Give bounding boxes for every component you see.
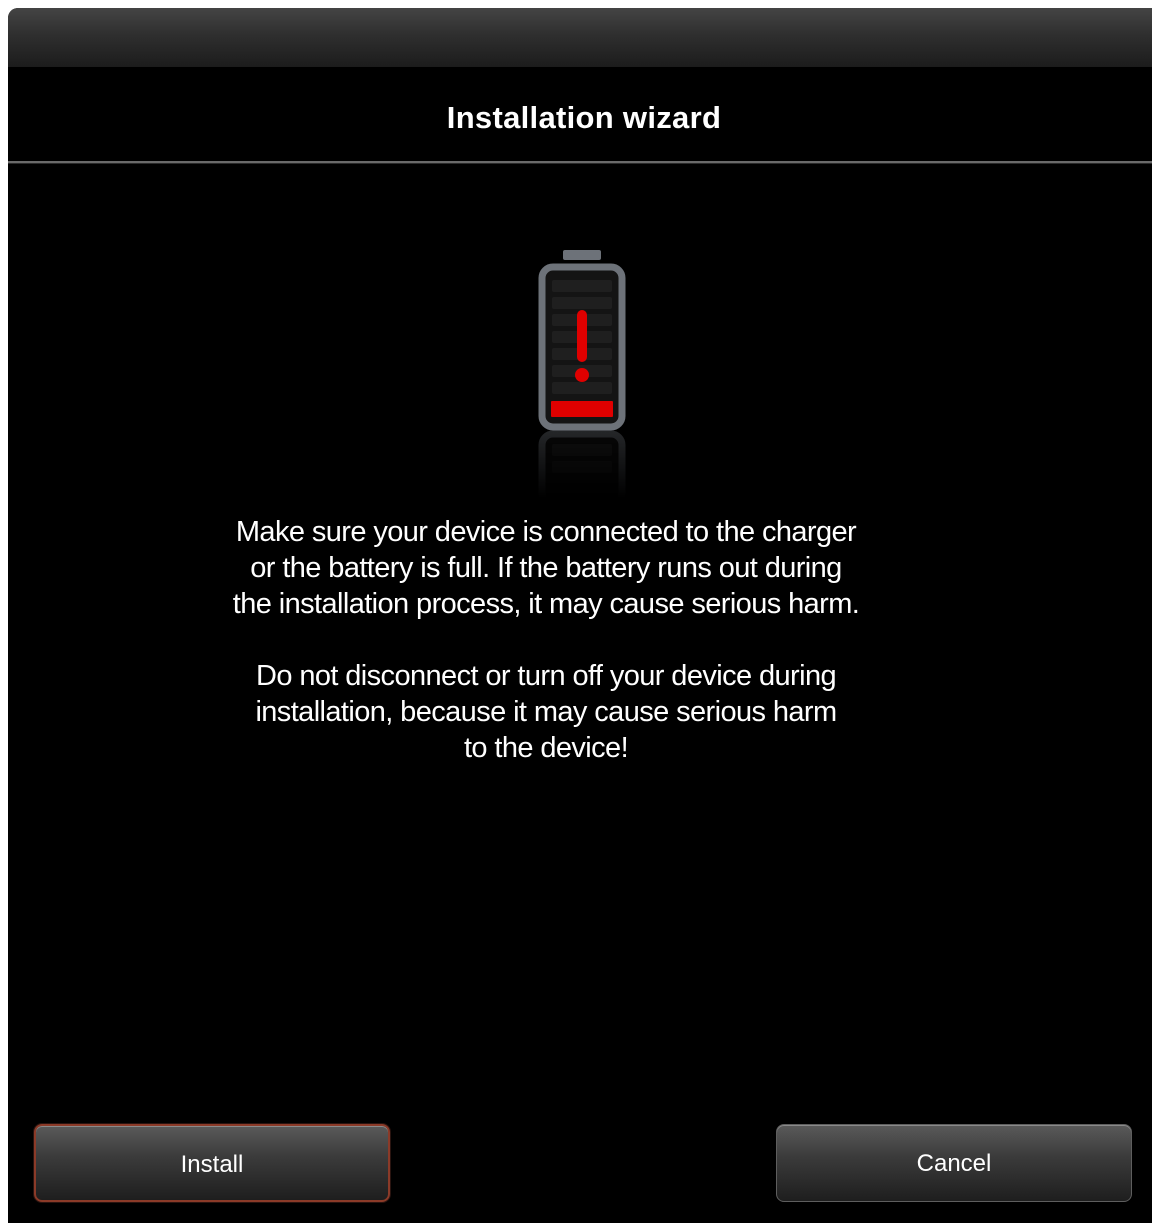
warning-message-disconnect: Do not disconnect or turn off your devic… (108, 658, 984, 766)
installation-wizard-window: Installation wizard Make sure your devic… (8, 8, 1152, 1223)
message-line: Do not disconnect or turn off your devic… (255, 660, 837, 692)
message-line: the installation process, it may cause s… (232, 588, 860, 620)
message-line: Make sure your device is connected to th… (235, 516, 857, 548)
battery-low-warning-icon (535, 248, 631, 508)
message-line: to the device! (463, 732, 629, 764)
warning-message-charger: Make sure your device is connected to th… (108, 514, 984, 622)
window-top-strip (8, 8, 1152, 67)
title-bar: Installation wizard (8, 67, 1152, 163)
page-title: Installation wizard (446, 100, 722, 135)
cancel-button[interactable]: Cancel (776, 1124, 1132, 1202)
message-line: installation, because it may cause serio… (255, 696, 837, 728)
message-line: or the battery is full. If the battery r… (250, 552, 842, 584)
install-button[interactable]: Install (34, 1124, 390, 1202)
